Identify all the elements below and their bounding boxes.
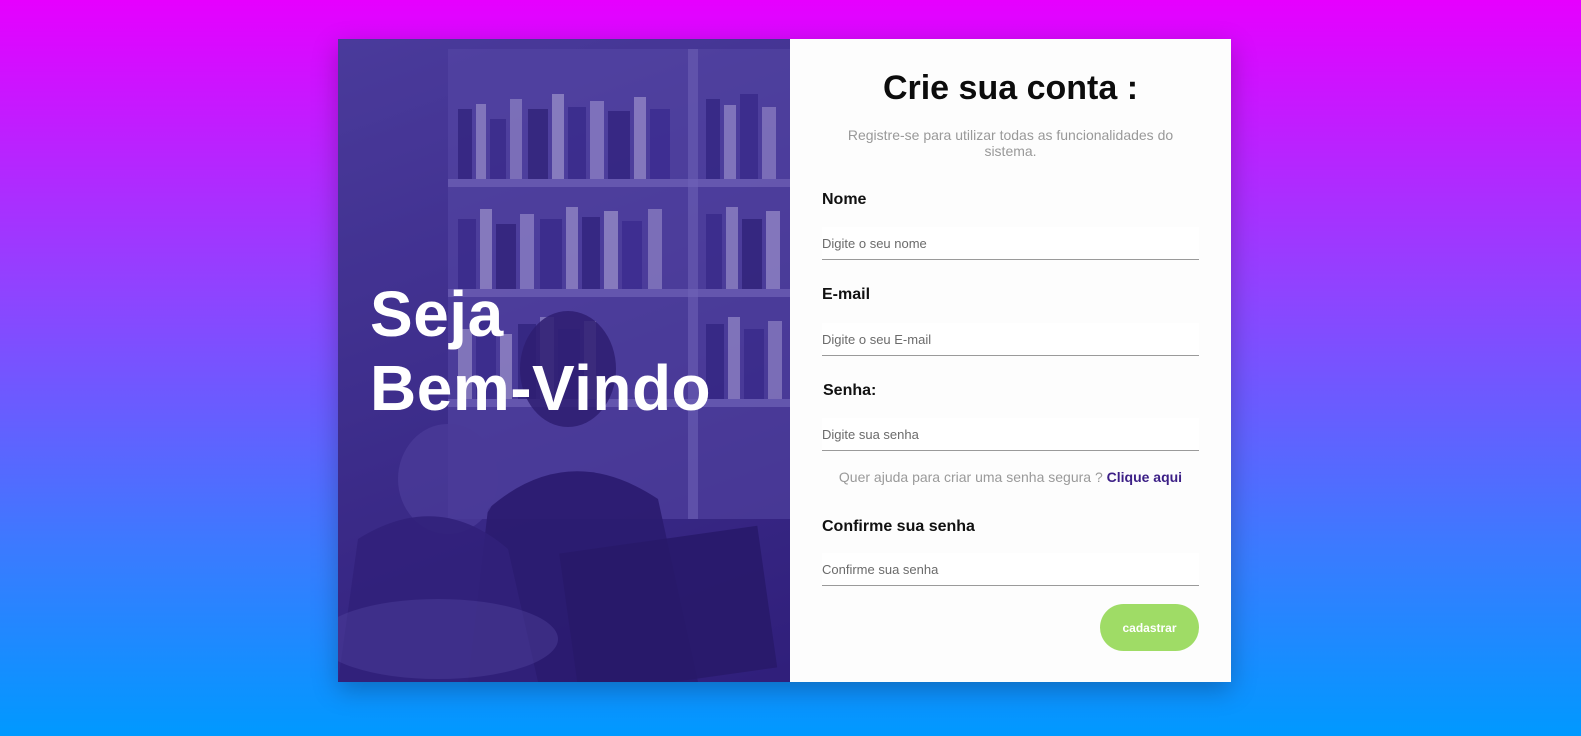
password-input[interactable] [822, 418, 1199, 451]
name-label: Nome [822, 191, 867, 208]
name-input[interactable] [822, 227, 1199, 260]
hero-panel: Seja Bem-Vindo [338, 39, 790, 682]
form-subtitle: Registre-se para utilizar todas as funci… [847, 127, 1174, 159]
password-help-text: Quer ajuda para criar uma senha segura ?… [822, 469, 1199, 485]
confirm-password-label: Confirme sua senha [822, 518, 975, 535]
confirm-password-input[interactable] [822, 553, 1199, 586]
email-label: E-mail [822, 286, 871, 303]
email-input[interactable] [822, 323, 1199, 356]
password-help-label: Quer ajuda para criar uma senha segura ? [838, 469, 1103, 485]
welcome-heading: Seja Bem-Vindo [370, 277, 711, 425]
form-title: Crie sua conta : [882, 69, 1139, 107]
signup-form-panel: Crie sua conta : Registre-se para utiliz… [790, 39, 1231, 682]
welcome-line-1: Seja [370, 278, 504, 350]
submit-button[interactable]: cadastrar [1100, 604, 1199, 651]
signup-card: Seja Bem-Vindo Crie sua conta : Registre… [338, 39, 1231, 682]
password-label: Senha: [823, 382, 877, 399]
password-help-link[interactable]: Clique aqui [1107, 469, 1182, 485]
welcome-line-2: Bem-Vindo [370, 352, 712, 424]
